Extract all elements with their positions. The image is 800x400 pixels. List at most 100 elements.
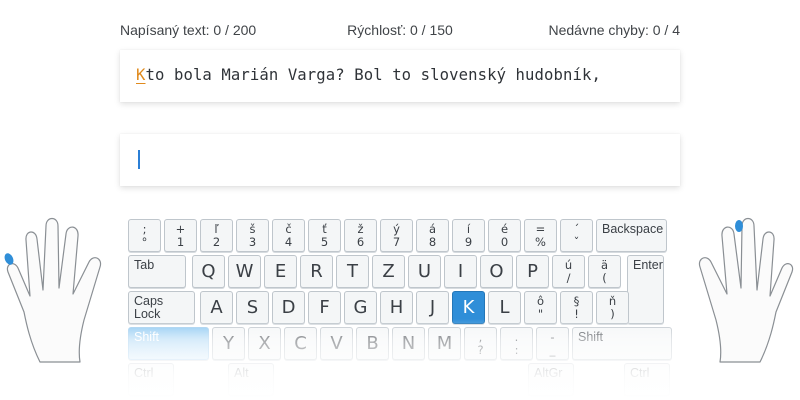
key-bottom-label: 9 xyxy=(464,234,473,249)
key-dual[interactable]: ž6 xyxy=(344,219,377,252)
key-u[interactable]: U xyxy=(408,255,441,288)
key-dual[interactable]: ý7 xyxy=(380,219,413,252)
key-dual[interactable]: ; ° xyxy=(128,219,161,252)
right-hand-icon xyxy=(698,217,794,363)
key-dual[interactable]: ú / xyxy=(552,255,585,288)
key-c[interactable]: C xyxy=(284,327,317,360)
key-r[interactable]: R xyxy=(300,255,333,288)
key-h[interactable]: H xyxy=(380,291,413,324)
key-dual[interactable]: ,? xyxy=(464,327,497,360)
key-top-label: ž xyxy=(357,221,364,236)
key-d[interactable]: D xyxy=(272,291,305,324)
speed-counter: Rýchlosť: 0 / 150 xyxy=(347,22,453,38)
key-top-label: ´ xyxy=(573,221,580,236)
enter-key[interactable]: Enter xyxy=(627,255,664,324)
key-p[interactable]: P xyxy=(516,255,549,288)
key-top-label: ; xyxy=(142,221,147,236)
caps-lock-key[interactable]: Caps Lock xyxy=(128,291,195,324)
key-bottom-label: 0 xyxy=(500,234,509,249)
key-dual[interactable]: =% xyxy=(524,219,557,252)
key-dual[interactable]: ´ ˇ xyxy=(560,219,593,252)
key-bottom-label: ° xyxy=(141,234,148,249)
tab-key[interactable]: Tab xyxy=(128,255,186,288)
key-k[interactable]: K xyxy=(452,291,485,324)
key-top-label: - xyxy=(550,329,555,344)
key-n[interactable]: N xyxy=(392,327,425,360)
key-dual[interactable]: ť5 xyxy=(308,219,341,252)
key-dual[interactable]: - _ xyxy=(536,327,569,360)
key-top-label: + xyxy=(175,221,186,236)
key-t[interactable]: T xyxy=(336,255,369,288)
key-z[interactable]: Z xyxy=(372,255,405,288)
key-q[interactable]: Q xyxy=(192,255,225,288)
key-top-label: é xyxy=(500,221,509,236)
key-bottom-label: % xyxy=(535,234,546,249)
typing-input[interactable] xyxy=(120,134,680,186)
key-bottom-label: 3 xyxy=(248,234,257,249)
key-y[interactable]: Y xyxy=(212,327,245,360)
key-top-label: á xyxy=(428,221,437,236)
key-top-label: š xyxy=(249,221,256,236)
key-top-label: ä xyxy=(600,257,609,272)
key-top-label: , xyxy=(478,329,483,344)
key-v[interactable]: V xyxy=(320,327,353,360)
virtual-keyboard: ; ° +1 ľ 2 š 3 č 4 ť 5 ž 6 ý 7 á 8 í 9 é 0 =% ´ ˇ Backspace Tab Q W… xyxy=(128,219,672,400)
left-shift-key[interactable]: Shift xyxy=(128,327,209,360)
key-s[interactable]: S xyxy=(236,291,269,324)
backspace-key[interactable]: Backspace xyxy=(596,219,667,252)
key-dual[interactable]: í9 xyxy=(452,219,485,252)
key-top-label: = xyxy=(535,221,546,236)
lesson-text-panel: Kto bola Marián Varga? Bol to slovenský … xyxy=(120,50,680,102)
key-bottom-label: 6 xyxy=(356,234,365,249)
key-w[interactable]: W xyxy=(228,255,261,288)
key-ctrl[interactable]: Ctrl xyxy=(624,363,670,396)
key-g[interactable]: G xyxy=(344,291,377,324)
key-top-label: ň xyxy=(608,293,617,308)
typed-text-counter: Napísaný text: 0 / 200 xyxy=(120,22,257,38)
key-bottom-label: 5 xyxy=(320,234,329,249)
key-dual[interactable]: é0 xyxy=(488,219,521,252)
key-top-label: ý xyxy=(393,221,400,236)
key-ctrl[interactable]: Ctrl xyxy=(128,363,174,396)
key-alt[interactable]: Alt xyxy=(228,363,274,396)
key-dual[interactable]: §! xyxy=(560,291,593,324)
key-bottom-label: 8 xyxy=(428,234,437,249)
key-dual[interactable]: ä( xyxy=(588,255,621,288)
key-bottom-label: ) xyxy=(610,306,615,321)
remaining-text: to bola Marián Varga? Bol to slovenský h… xyxy=(145,66,601,84)
key-dual[interactable]: ň) xyxy=(596,291,629,324)
key-top-label: í xyxy=(466,221,471,236)
key-dual[interactable]: š3 xyxy=(236,219,269,252)
key-e[interactable]: E xyxy=(264,255,297,288)
key-dual[interactable]: .: xyxy=(500,327,533,360)
key-b[interactable]: B xyxy=(356,327,389,360)
key-x[interactable]: X xyxy=(248,327,281,360)
key-j[interactable]: J xyxy=(416,291,449,324)
key-f[interactable]: F xyxy=(308,291,341,324)
key-top-label: č xyxy=(285,221,292,236)
key-altgr[interactable]: AltGr xyxy=(528,363,574,396)
key-bottom-label: : xyxy=(514,342,519,357)
key-bottom-label: ˇ xyxy=(573,234,580,249)
key-bottom-label: / xyxy=(566,270,571,285)
key-l[interactable]: L xyxy=(488,291,521,324)
key-m[interactable]: M xyxy=(428,327,461,360)
key-dual[interactable]: +1 xyxy=(164,219,197,252)
key-bottom-label: ( xyxy=(602,270,607,285)
key-dual[interactable]: ô " xyxy=(524,291,557,324)
lesson-text: Kto bola Marián Varga? Bol to slovenský … xyxy=(136,66,601,84)
key-bottom-label: 4 xyxy=(284,234,293,249)
key-dual[interactable]: á8 xyxy=(416,219,449,252)
key-i[interactable]: I xyxy=(444,255,477,288)
key-o[interactable]: O xyxy=(480,255,513,288)
key-dual[interactable]: ľ2 xyxy=(200,219,233,252)
recent-errors-counter: Nedávne chyby: 0 / 4 xyxy=(548,22,680,38)
key-a[interactable]: A xyxy=(200,291,233,324)
key-top-label: . xyxy=(514,329,519,344)
stats-bar: Napísaný text: 0 / 200 Rýchlosť: 0 / 150… xyxy=(120,22,680,40)
text-caret xyxy=(138,150,140,169)
key-dual[interactable]: č4 xyxy=(272,219,305,252)
key-top-label: ť xyxy=(322,221,327,236)
right-shift-key[interactable]: Shift xyxy=(572,327,672,360)
key-bottom-label: " xyxy=(537,306,544,321)
